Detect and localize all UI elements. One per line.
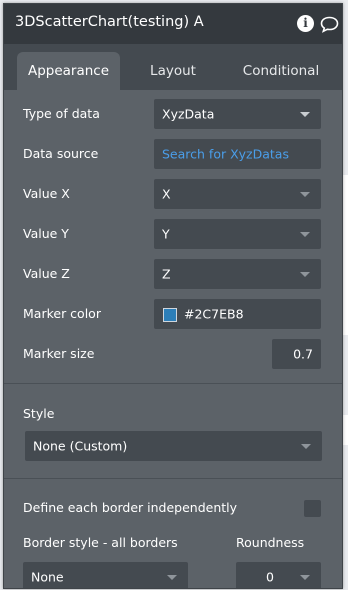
value-z-dropdown[interactable]: Z xyxy=(154,259,321,289)
data-source-label: Data source xyxy=(23,146,99,161)
panel-title: 3DScatterChart(testing) A xyxy=(15,14,204,30)
value-y-dropdown[interactable]: Y xyxy=(154,219,321,249)
value-x-label: Value X xyxy=(23,186,70,201)
section-divider xyxy=(4,478,342,479)
info-icon[interactable]: i xyxy=(297,15,314,32)
chevron-down-icon xyxy=(300,272,310,277)
tab-conditional[interactable]: Conditional xyxy=(226,52,336,90)
tab-appearance[interactable]: Appearance xyxy=(17,52,120,90)
tab-bar: Appearance Layout Conditional xyxy=(4,44,342,90)
marker-size-label: Marker size xyxy=(23,346,95,361)
type-of-data-value: XyzData xyxy=(162,106,215,122)
type-of-data-dropdown[interactable]: XyzData xyxy=(154,99,321,129)
chevron-down-icon xyxy=(300,575,310,580)
section-divider xyxy=(4,383,342,384)
style-dropdown[interactable]: None (Custom) xyxy=(25,431,322,461)
roundness-value: 0 xyxy=(266,569,274,585)
value-z-value: Z xyxy=(162,266,171,282)
border-style-value: None xyxy=(31,569,64,585)
panel-header[interactable]: 3DScatterChart(testing) A i xyxy=(4,4,342,44)
define-borders-independently-label: Define each border independently xyxy=(23,500,238,515)
chevron-down-icon xyxy=(300,192,310,197)
define-borders-independently-checkbox[interactable] xyxy=(304,500,321,517)
border-style-dropdown[interactable]: None xyxy=(23,562,188,588)
marker-size-input[interactable]: 0.7 xyxy=(272,339,321,369)
value-y-label: Value Y xyxy=(23,226,69,241)
value-y-value: Y xyxy=(162,226,170,242)
type-of-data-label: Type of data xyxy=(23,106,100,121)
border-style-label: Border style - all borders xyxy=(23,535,178,550)
chevron-down-icon xyxy=(300,112,310,117)
comment-icon[interactable] xyxy=(320,16,339,33)
tab-layout[interactable]: Layout xyxy=(134,52,212,90)
data-source-value: Search for XyzDatas xyxy=(162,146,289,162)
marker-color-picker[interactable]: #2C7EB8 xyxy=(154,299,321,329)
marker-color-label: Marker color xyxy=(23,306,101,321)
marker-size-value: 0.7 xyxy=(293,346,313,362)
value-z-label: Value Z xyxy=(23,266,70,281)
data-source-field[interactable]: Search for XyzDatas xyxy=(154,139,321,169)
color-swatch[interactable] xyxy=(163,308,177,322)
roundness-label: Roundness xyxy=(236,535,305,550)
roundness-dropdown[interactable]: 0 xyxy=(236,562,321,588)
style-value: None (Custom) xyxy=(33,438,128,454)
style-label: Style xyxy=(23,406,55,421)
marker-color-value: #2C7EB8 xyxy=(184,306,244,322)
property-editor-panel: 3DScatterChart(testing) A i Appearance L… xyxy=(3,3,343,589)
value-x-dropdown[interactable]: X xyxy=(154,179,321,209)
chevron-down-icon xyxy=(301,444,311,449)
chevron-down-icon xyxy=(300,232,310,237)
chevron-down-icon xyxy=(167,575,177,580)
value-x-value: X xyxy=(162,186,171,202)
